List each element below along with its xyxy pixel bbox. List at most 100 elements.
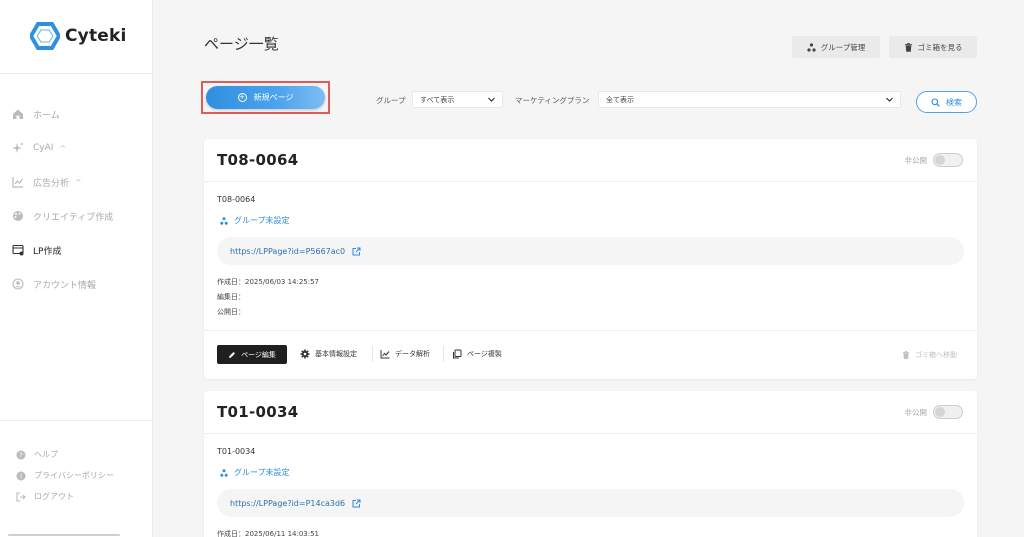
lp-card: T01-0034 非公開 T01-0034 グループ未設定 https://LP… xyxy=(204,391,977,537)
sidebar-item-label: プライバシーポリシー xyxy=(34,471,114,480)
sidebar-item-label: ログアウト xyxy=(34,492,74,501)
sidebar-item-home[interactable]: ホーム xyxy=(0,97,153,131)
group-link[interactable]: グループ未設定 xyxy=(220,467,290,478)
card-actions: ページ編集 基本情報設定 データ解析 ページ複製 ゴミ箱へ移動 xyxy=(204,330,977,377)
cyteki-logo-icon xyxy=(30,22,60,50)
group-icon xyxy=(220,468,228,477)
sidebar-divider xyxy=(0,420,153,421)
gear-icon xyxy=(300,349,310,359)
card-title: T08-0064 xyxy=(217,151,299,169)
logo-text: Cyteki xyxy=(65,26,127,46)
copy-icon xyxy=(453,349,462,359)
external-link-icon[interactable] xyxy=(352,247,361,256)
external-link-icon[interactable] xyxy=(352,499,361,508)
home-icon xyxy=(12,108,24,120)
page-edit-label: ページ編集 xyxy=(241,350,276,359)
publish-toggle[interactable] xyxy=(933,153,963,167)
trash-view-label: ゴミ箱を見る xyxy=(917,42,963,52)
data-analysis-button[interactable]: データ解析 xyxy=(380,349,430,359)
group-filter-label: グループ xyxy=(376,96,406,105)
info-icon: ! xyxy=(16,471,26,481)
data-analysis-label: データ解析 xyxy=(395,350,430,358)
sidebar-item-creative[interactable]: クリエイティブ作成 xyxy=(0,199,153,233)
chevron-down-icon xyxy=(886,97,893,102)
sidebar-item-lp[interactable]: LP作成 xyxy=(0,233,153,267)
lp-name: T01-0034 xyxy=(217,447,256,456)
sidebar-item-cyai[interactable]: CyAI ^ xyxy=(0,131,153,165)
group-icon xyxy=(807,42,816,52)
lp-card: T08-0064 非公開 T08-0064 グループ未設定 https://LP… xyxy=(204,139,977,379)
search-button[interactable]: 検索 xyxy=(916,91,977,113)
trash-icon xyxy=(904,42,912,52)
new-page-button[interactable]: + 新規ページ xyxy=(206,86,325,109)
action-separator xyxy=(443,346,444,362)
sidebar-item-label: ホーム xyxy=(33,110,60,121)
sidebar-item-label: クリエイティブ作成 xyxy=(33,212,114,223)
page-url-link[interactable]: https://LPPage?id=P14ca3d6 xyxy=(230,499,345,508)
page-url-link[interactable]: https://LPPage?id=P5667ac0 xyxy=(230,247,345,256)
chart-icon xyxy=(12,176,24,188)
url-box: https://LPPage?id=P5667ac0 xyxy=(217,237,964,265)
trash-view-button[interactable]: ゴミ箱を見る xyxy=(889,36,977,58)
sidebar-item-account[interactable]: アカウント情報 xyxy=(0,267,153,301)
created-date: 作成日：2025/06/03 14:25:57 xyxy=(217,278,320,286)
group-link[interactable]: グループ未設定 xyxy=(220,215,290,226)
search-label: 検索 xyxy=(946,97,962,107)
page-edit-button[interactable]: ページ編集 xyxy=(217,345,287,364)
sidebar-item-logout[interactable]: ログアウト xyxy=(0,486,153,507)
card-header: T01-0034 非公開 xyxy=(204,391,977,434)
new-page-label: 新規ページ xyxy=(253,93,294,102)
trash-icon xyxy=(902,351,910,359)
logout-icon xyxy=(16,491,26,502)
svg-text:?: ? xyxy=(19,451,23,459)
sidebar-item-privacy[interactable]: ! プライバシーポリシー xyxy=(0,465,153,486)
lp-name: T08-0064 xyxy=(217,195,256,204)
sidebar-item-help[interactable]: ? ヘルプ xyxy=(0,444,153,465)
chevron-down-icon xyxy=(488,97,495,102)
sidebar-item-label: LP作成 xyxy=(33,246,62,257)
sidebar-item-label: CyAI xyxy=(33,143,54,153)
new-page-highlight: + 新規ページ xyxy=(201,81,330,114)
card-title: T01-0034 xyxy=(217,403,299,421)
basic-settings-button[interactable]: 基本情報設定 xyxy=(300,349,357,359)
toggle-knob xyxy=(935,155,945,165)
lp-icon xyxy=(12,244,24,256)
sidebar-item-label: アカウント情報 xyxy=(33,280,97,291)
card-header: T08-0064 非公開 xyxy=(204,139,977,182)
chevron-up-icon: ^ xyxy=(75,177,82,187)
sidebar-item-label: 広告分析 xyxy=(33,178,70,189)
publish-status-label: 非公開 xyxy=(904,155,928,165)
plan-filter-label: マーケティングプラン xyxy=(515,96,590,105)
move-to-trash-label: ゴミ箱へ移動 xyxy=(915,351,957,359)
edited-date: 編集日： xyxy=(217,293,245,301)
publish-toggle-group: 非公開 xyxy=(904,405,963,419)
url-box: https://LPPage?id=P14ca3d6 xyxy=(217,489,964,517)
published-date: 公開日： xyxy=(217,308,245,316)
group-icon xyxy=(220,216,228,225)
toggle-knob xyxy=(935,407,945,417)
page-duplicate-label: ページ複製 xyxy=(467,350,502,358)
group-manage-label: グループ管理 xyxy=(820,42,866,52)
publish-toggle-group: 非公開 xyxy=(904,153,963,167)
sidebar-divider xyxy=(0,73,153,74)
publish-toggle[interactable] xyxy=(933,405,963,419)
svg-text:!: ! xyxy=(20,472,23,480)
pencil-icon xyxy=(229,351,236,358)
sidebar-scrollbar[interactable] xyxy=(8,534,120,536)
group-manage-button[interactable]: グループ管理 xyxy=(792,36,880,58)
line-chart-icon xyxy=(380,350,390,359)
page-title: ページ一覧 xyxy=(204,35,279,53)
basic-settings-label: 基本情報設定 xyxy=(315,350,357,358)
created-date: 作成日：2025/06/11 14:03:51 xyxy=(217,530,320,537)
group-filter-select[interactable]: すべて表示 xyxy=(412,91,503,108)
publish-status-label: 非公開 xyxy=(904,407,928,417)
sidebar-item-ad-analysis[interactable]: 広告分析 ^ xyxy=(0,165,153,199)
group-link-label: グループ未設定 xyxy=(234,216,290,225)
group-filter-value: すべて表示 xyxy=(420,95,455,104)
move-to-trash-button[interactable]: ゴミ箱へ移動 xyxy=(902,350,957,360)
logo[interactable]: Cyteki xyxy=(30,22,127,50)
page-duplicate-button[interactable]: ページ複製 xyxy=(452,349,502,359)
group-link-label: グループ未設定 xyxy=(234,468,290,477)
plan-filter-select[interactable]: 全て表示 xyxy=(598,91,901,108)
sidebar: Cyteki ホーム CyAI ^ 広告分析 ^ クリエイティブ作成 LP作成 … xyxy=(0,0,153,537)
